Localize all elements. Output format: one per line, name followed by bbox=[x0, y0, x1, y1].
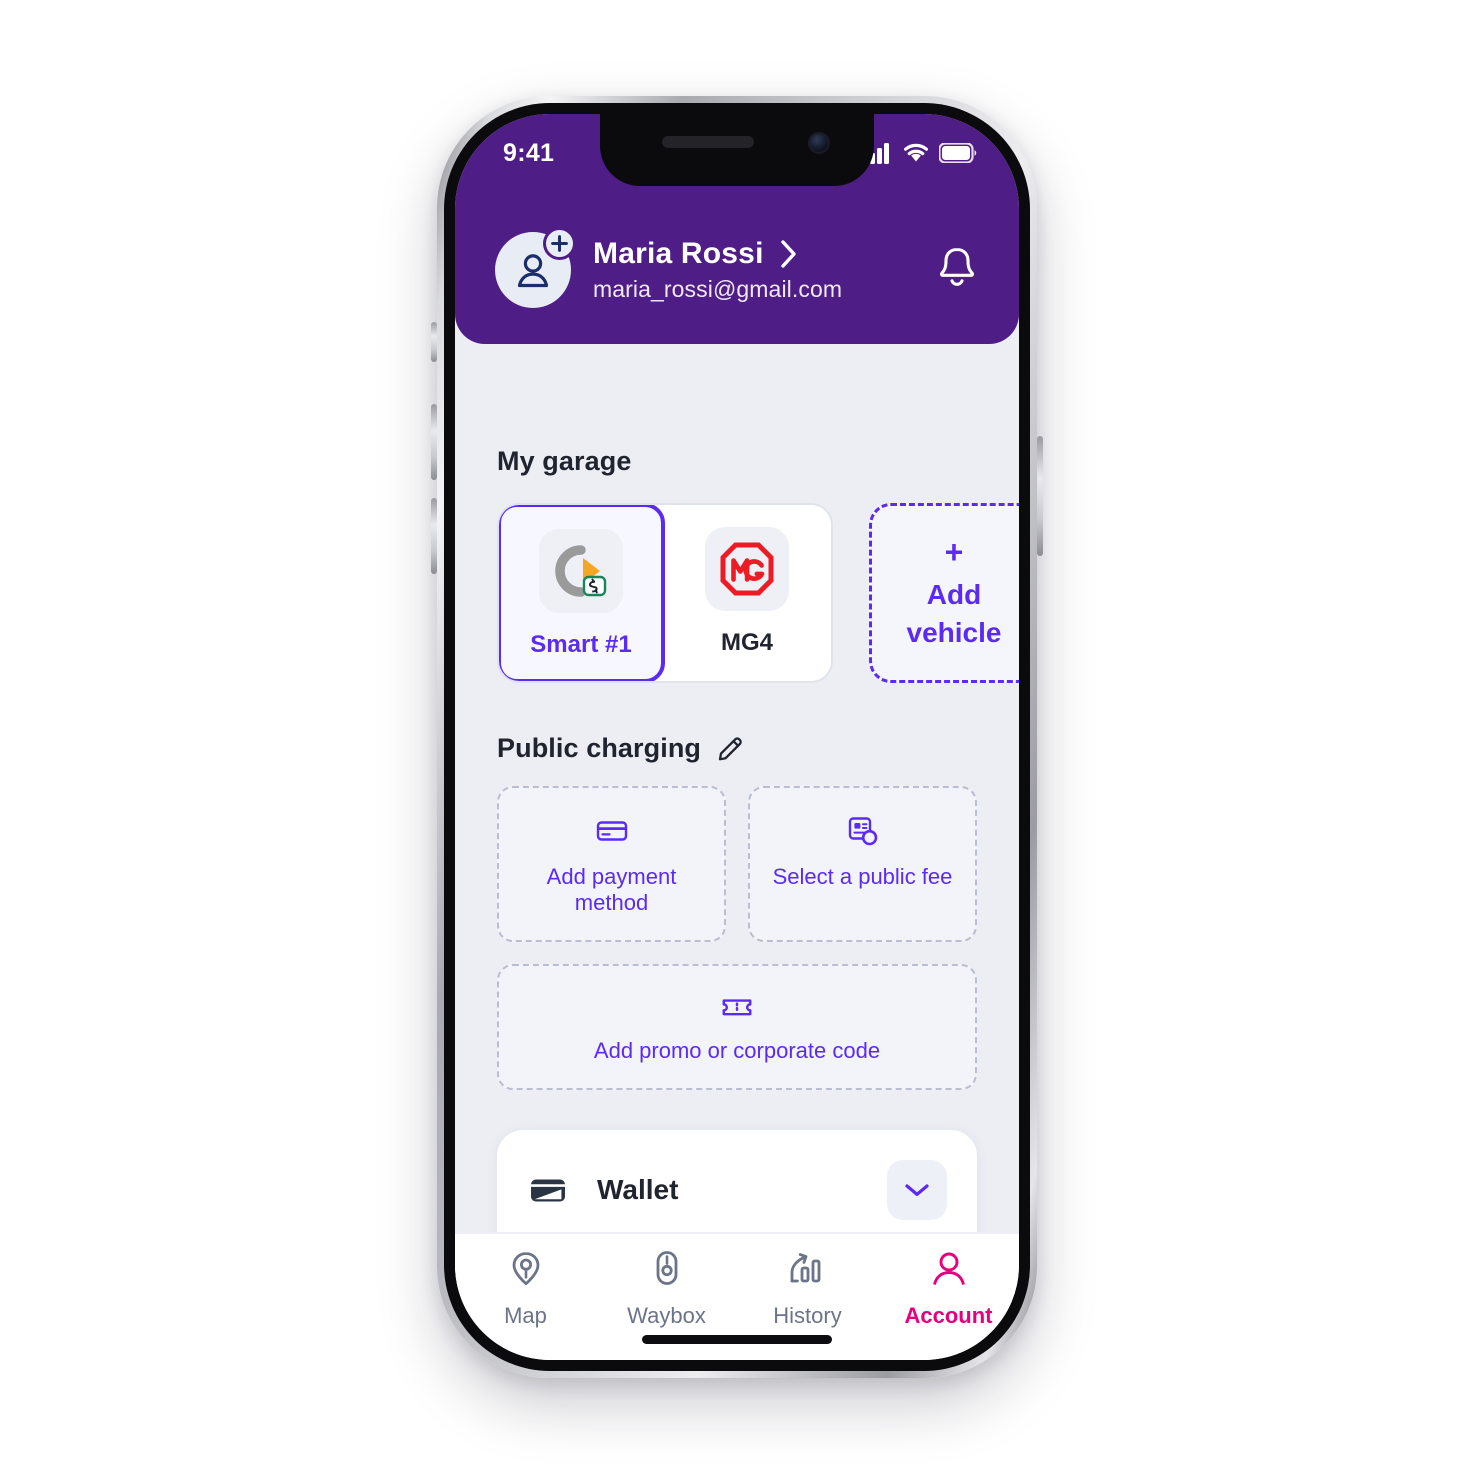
add-vehicle-label-line2: vehicle bbox=[906, 617, 1002, 648]
tab-history[interactable]: History bbox=[737, 1248, 878, 1329]
wallet-expand-button[interactable] bbox=[887, 1160, 947, 1220]
bottom-tab-bar: Map Waybox History Account bbox=[455, 1232, 1019, 1360]
credit-card-icon bbox=[596, 821, 627, 841]
fee-document-search-icon bbox=[848, 817, 877, 846]
screenshot-stage: 9:41 Maria Rossi maria_rossi@gmail.com M… bbox=[0, 0, 1474, 1474]
garage-vehicle-row: Smart #1 MG4 + Add vehicle bbox=[455, 477, 1019, 683]
user-email: maria_rossi@gmail.com bbox=[593, 276, 843, 302]
status-bar-indicators bbox=[863, 142, 977, 164]
add-vehicle-plus-icon: + bbox=[944, 533, 964, 570]
garage-title: My garage bbox=[497, 446, 632, 476]
add-vehicle-button[interactable]: + Add vehicle bbox=[869, 503, 1019, 683]
phone-bezel: 9:41 Maria Rossi maria_rossi@gmail.com M… bbox=[444, 103, 1030, 1371]
tab-label: History bbox=[773, 1303, 842, 1328]
add-payment-method-button[interactable]: Add payment method bbox=[497, 786, 726, 942]
mg-logo-glyph-icon bbox=[720, 542, 774, 596]
public-charging-cards: Add payment method Select a public fee A… bbox=[455, 764, 1019, 1090]
battery-icon bbox=[939, 143, 977, 163]
wifi-icon bbox=[904, 143, 928, 162]
user-name-row[interactable]: Maria Rossi bbox=[593, 237, 927, 271]
garage-section: My garage Smart #1 MG4 + Add vehicle bbox=[455, 402, 1019, 683]
mg-brand-logo bbox=[705, 527, 789, 611]
vehicle-name: Smart #1 bbox=[530, 631, 632, 658]
ticket-coupon-icon bbox=[722, 999, 752, 1016]
user-name: Maria Rossi bbox=[593, 237, 764, 270]
add-payment-method-label: Add payment method bbox=[546, 864, 677, 915]
account-scroll-body[interactable]: My garage Smart #1 MG4 + Add vehicle Pub… bbox=[455, 402, 1019, 1232]
tab-label: Map bbox=[504, 1303, 547, 1328]
select-public-fee-label: Select a public fee bbox=[772, 864, 953, 889]
user-info[interactable]: Maria Rossi maria_rossi@gmail.com bbox=[593, 237, 927, 303]
add-promo-code-label: Add promo or corporate code bbox=[593, 1038, 881, 1063]
map-pin-icon bbox=[512, 1252, 539, 1286]
phone-screen: 9:41 Maria Rossi maria_rossi@gmail.com M… bbox=[455, 114, 1019, 1360]
menu-item-wallet[interactable]: Wallet bbox=[497, 1130, 977, 1232]
smart-logo-glyph-icon bbox=[555, 545, 607, 597]
chevron-right-icon[interactable] bbox=[780, 239, 798, 269]
add-plus-badge-icon[interactable] bbox=[543, 227, 576, 260]
vehicle-name: MG4 bbox=[720, 629, 773, 656]
phone-power-button[interactable] bbox=[1037, 436, 1043, 556]
notification-bell-icon[interactable] bbox=[935, 244, 979, 297]
select-public-fee-button[interactable]: Select a public fee bbox=[748, 786, 977, 942]
vehicle-group: Smart #1 MG4 bbox=[497, 503, 833, 683]
account-person-icon bbox=[932, 1252, 965, 1285]
status-bar-clock: 9:41 bbox=[503, 138, 555, 167]
vehicle-card-mg4[interactable]: MG4 bbox=[663, 505, 831, 681]
public-charging-title: Public charging bbox=[497, 733, 702, 763]
public-charging-card-row: Add payment method Select a public fee bbox=[497, 786, 977, 942]
tab-map[interactable]: Map bbox=[455, 1248, 596, 1329]
vehicle-card-smart[interactable]: Smart #1 bbox=[499, 505, 665, 681]
account-menu-card: Wallet Enel X Waycard bbox=[497, 1130, 977, 1232]
tab-label: Waybox bbox=[627, 1303, 706, 1328]
avatar[interactable] bbox=[495, 227, 576, 308]
wallet-icon bbox=[531, 1179, 565, 1202]
public-charging-section: Public charging Add payment method Selec… bbox=[455, 683, 1019, 1090]
menu-item-label: Wallet bbox=[597, 1174, 679, 1205]
bell-glyph-icon bbox=[939, 247, 975, 286]
waybox-charger-icon bbox=[656, 1251, 677, 1285]
front-camera-icon bbox=[808, 132, 830, 154]
pencil-edit-icon[interactable] bbox=[715, 734, 745, 764]
plus-glyph-icon bbox=[551, 235, 568, 252]
phone-notch bbox=[600, 114, 874, 186]
add-vehicle-label-line1: Add bbox=[926, 578, 982, 610]
tab-account[interactable]: Account bbox=[878, 1248, 1019, 1329]
chevron-down-icon bbox=[905, 1184, 929, 1196]
tab-label: Account bbox=[904, 1303, 993, 1328]
add-promo-code-button[interactable]: Add promo or corporate code bbox=[497, 964, 977, 1090]
earpiece-speaker bbox=[662, 136, 754, 148]
tab-waybox[interactable]: Waybox bbox=[596, 1248, 737, 1329]
smart-brand-logo bbox=[539, 529, 623, 613]
history-chart-icon bbox=[790, 1253, 820, 1283]
phone-frame: 9:41 Maria Rossi maria_rossi@gmail.com M… bbox=[437, 96, 1037, 1378]
home-indicator[interactable] bbox=[642, 1335, 832, 1344]
public-charging-header: Public charging bbox=[455, 733, 1019, 764]
